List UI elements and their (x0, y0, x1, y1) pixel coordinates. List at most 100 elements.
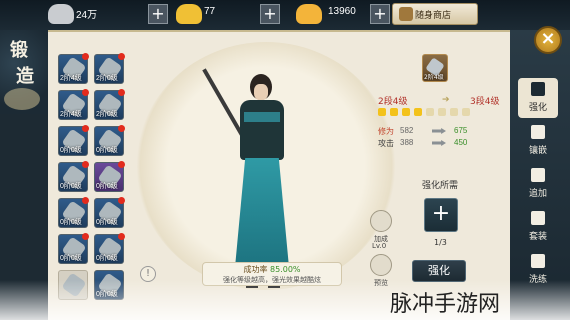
tab-label: 套装 (528, 232, 547, 242)
preview-icon[interactable] (370, 254, 392, 276)
stat-label-attack: 攻击 (378, 139, 394, 148)
add-gold-bar-button[interactable]: + (370, 4, 390, 24)
stage-arrow-icon: ➔ (442, 95, 450, 105)
stat-arrow-icon (432, 128, 446, 134)
equipment-slot[interactable]: 0阶0级 (94, 233, 125, 264)
add-material-button[interactable]: + (424, 198, 458, 232)
equipment-slot[interactable]: 0阶0级 (94, 197, 125, 228)
tab-2[interactable]: 追加 (518, 164, 558, 204)
silver-icon (48, 4, 74, 24)
equipment-slot[interactable]: 2阶4级 (58, 89, 89, 120)
equipment-level: 2阶0级 (96, 75, 118, 82)
equipment-slot[interactable]: 0阶0级 (58, 233, 89, 264)
character-torso (240, 100, 284, 160)
gold-bar-currency: 13960 + (296, 4, 396, 24)
gold-bar-amount: 13960 (328, 6, 356, 17)
tab-1[interactable]: 镶嵌 (518, 121, 558, 161)
notification-dot (118, 125, 125, 132)
upgrade-button[interactable]: 强化 (412, 260, 466, 282)
success-rate-prefix: 成功率 (243, 265, 268, 274)
tab-label: 追加 (528, 189, 547, 199)
stage-pip (402, 108, 410, 116)
watermark: 脉冲手游网 (0, 280, 570, 320)
equipment-level: 2阶4级 (60, 75, 82, 82)
shop-bag-icon (399, 7, 413, 21)
character-face (254, 84, 268, 100)
notification-dot (82, 161, 89, 168)
equipment-slot[interactable]: 0阶0级 (58, 197, 89, 228)
equipment-level: 2阶4级 (60, 111, 82, 118)
add-gold-ingot-button[interactable]: + (260, 4, 280, 24)
notification-dot (82, 197, 89, 204)
gold-ingot-currency: 77 + (176, 4, 296, 24)
bonus-icon[interactable] (370, 210, 392, 232)
tab-icon (531, 254, 545, 268)
forge-panel: 2阶4级 2阶0级 2阶4级 2阶0级 0阶0级 0阶0级 0阶0级 0阶0级 0阶0级 0阶0级… (48, 30, 526, 320)
stage-progress (378, 108, 498, 116)
character-robe (234, 158, 290, 278)
stage-pip (378, 108, 386, 116)
stat-label-cultivation: 修为 (378, 127, 394, 136)
silver-amount: 24万 (76, 10, 98, 21)
equipment-level: 0阶0级 (60, 147, 82, 154)
equipment-slot[interactable]: 0阶0级 (94, 125, 125, 156)
silver-currency: 24万 + (48, 4, 168, 24)
tab-icon (531, 211, 545, 225)
forge-title: 锻 造 (0, 30, 48, 114)
tab-0[interactable]: 强化 (518, 78, 558, 118)
notification-dot (82, 233, 89, 240)
equipment-level: 0阶0级 (60, 219, 82, 226)
character-sash (244, 112, 280, 122)
bonus-level: Lv.0 (372, 242, 387, 250)
title-char-1: 锻 (10, 40, 28, 61)
gold-ingot-icon (176, 4, 202, 24)
tab-label: 镶嵌 (528, 146, 547, 156)
stat-current-cultivation: 582 (400, 126, 414, 135)
tab-icon (531, 82, 545, 96)
stage-pip (426, 108, 434, 116)
stat-next-cultivation: 675 (454, 126, 468, 135)
tab-icon (531, 168, 545, 182)
add-silver-button[interactable]: + (148, 4, 168, 24)
material-count: 1/3 (434, 238, 447, 247)
title-char-2: 造 (16, 66, 34, 87)
close-button[interactable]: × (534, 26, 562, 54)
notification-dot (82, 89, 89, 96)
equipment-level: 2阶0级 (96, 111, 118, 118)
currency-bar: 24万 + 77 + 13960 + 随身商店 (0, 0, 570, 30)
stage-pip (390, 108, 398, 116)
selected-equipment-level: 2阶4级 (424, 74, 444, 81)
selected-equipment-slot[interactable]: 2阶4级 (422, 54, 448, 82)
stat-current-attack: 388 (400, 138, 414, 147)
notification-dot (118, 89, 125, 96)
equipment-slot[interactable]: 2阶0级 (94, 89, 125, 120)
stage-pip (414, 108, 422, 116)
tab-icon (531, 125, 545, 139)
current-stage: 2段4级 (378, 97, 408, 107)
portable-shop-button[interactable]: 随身商店 (392, 3, 478, 25)
character-figure (202, 68, 310, 290)
equipment-level: 0阶0级 (96, 255, 118, 262)
stage-pip (450, 108, 458, 116)
notification-dot (82, 125, 89, 132)
notification-dot (82, 53, 89, 60)
equipment-slot[interactable]: 2阶0级 (94, 53, 125, 84)
equipment-slot[interactable]: 2阶4级 (58, 53, 89, 84)
gold-ingot-amount: 77 (204, 6, 216, 17)
notification-dot (118, 161, 125, 168)
equipment-slot[interactable]: 0阶0级 (94, 161, 125, 192)
requirement-title: 强化所需 (422, 181, 459, 191)
next-stage: 3段4级 (470, 97, 500, 107)
forge-tabs: 强化镶嵌追加套装洗练 (510, 30, 570, 320)
moon-decoration (4, 88, 40, 110)
tab-3[interactable]: 套装 (518, 207, 558, 247)
shop-label: 随身商店 (415, 11, 452, 21)
stat-next-attack: 450 (454, 138, 468, 147)
equipment-level: 0阶0级 (60, 183, 82, 190)
success-rate-value: 85.00% (270, 265, 301, 274)
notification-dot (118, 197, 125, 204)
equipment-level: 0阶0级 (96, 147, 118, 154)
equipment-slot[interactable]: 0阶0级 (58, 161, 89, 192)
stat-arrow-icon (432, 140, 446, 146)
equipment-slot[interactable]: 0阶0级 (58, 125, 89, 156)
